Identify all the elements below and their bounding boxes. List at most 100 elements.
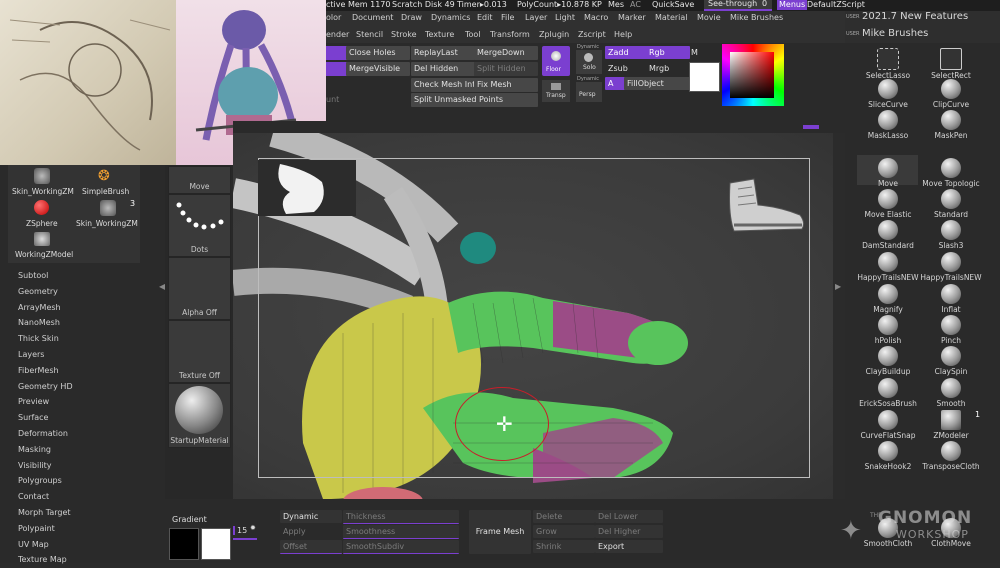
fill-object-button[interactable]: FillObject [624, 77, 690, 90]
brush-dam-standard[interactable]: DamStandard [854, 220, 922, 250]
brush-smooth[interactable]: Smooth [917, 378, 985, 408]
subpalette-subtool[interactable]: Subtool [18, 268, 138, 284]
gradient-secondary-swatch[interactable] [201, 528, 231, 560]
export-button[interactable]: Export [595, 540, 663, 553]
smooth-subdiv-slider[interactable]: SmoothSubdiv [343, 540, 459, 554]
subpalette-polygroups[interactable]: Polygroups [18, 473, 138, 489]
split-unmasked-button[interactable]: Split Unmasked Points [411, 93, 538, 107]
menu-zscript[interactable]: Zscript [578, 30, 606, 39]
brush-slash3[interactable]: Slash3 [917, 220, 985, 250]
menu-macro[interactable]: Macro [584, 13, 608, 22]
tool-item-skin-2[interactable]: 3 Skin_WorkingZM [76, 198, 140, 230]
brush-select-rect[interactable]: SelectRect [917, 48, 985, 80]
close-holes-button[interactable]: Close Holes [346, 46, 410, 60]
thickness-slider[interactable]: Thickness [343, 510, 459, 524]
tool-item-skin-1[interactable]: Skin_WorkingZM [10, 166, 74, 198]
brush-move-tile[interactable]: Move [168, 166, 231, 194]
brush-happy-trails-2[interactable]: HappyTrailsNEW [917, 252, 985, 282]
menu-movie[interactable]: Movie [697, 13, 721, 22]
dynamic-toggle[interactable]: Dynamic [280, 510, 342, 523]
color-picker-square[interactable] [730, 52, 774, 98]
del-higher-button[interactable]: Del Higher [595, 525, 663, 538]
purple-button-b[interactable] [325, 62, 348, 76]
brush-clay-buildup[interactable]: ClayBuildup [854, 346, 922, 376]
menu-color[interactable]: olor [326, 13, 341, 22]
brush-curve-flat-snap[interactable]: CurveFlatSnap [854, 410, 922, 440]
solo-button[interactable]: Solo [576, 50, 602, 74]
menu-tool[interactable]: Tool [465, 30, 481, 39]
brush-erick-sosa[interactable]: ErickSosaBrush [854, 378, 922, 408]
brush-mask-lasso[interactable]: MaskLasso [854, 110, 922, 140]
default-zscript-button[interactable]: DefaultZScript [807, 0, 865, 9]
brush-move-topologic[interactable]: Move Topologic [917, 158, 985, 188]
del-lower-button[interactable]: Del Lower [595, 510, 663, 523]
split-hidden-button[interactable]: Split Hidden [474, 62, 538, 76]
main-color-swatch[interactable] [689, 62, 720, 92]
a-button[interactable]: A [605, 77, 626, 90]
frame-mesh-button[interactable]: Frame Mesh [469, 510, 531, 554]
new-features-title[interactable]: 2021.7 New Features [862, 11, 968, 22]
subpalette-geometry[interactable]: Geometry [18, 284, 138, 300]
m-button[interactable]: M [688, 46, 704, 59]
fix-mesh-button[interactable]: Fix Mesh [474, 78, 538, 92]
alpha-off-tile[interactable]: Alpha Off [168, 257, 231, 320]
boot-navigation-icon[interactable] [720, 175, 808, 237]
brush-inflat[interactable]: Inflat [917, 284, 985, 314]
mike-brushes-title[interactable]: Mike Brushes [862, 28, 928, 39]
size-slider-track[interactable] [233, 538, 257, 540]
brush-move-elastic[interactable]: Move Elastic [854, 189, 922, 219]
size-value[interactable]: 15 [233, 526, 247, 535]
brush-standard[interactable]: Standard [917, 189, 985, 219]
menu-marker[interactable]: Marker [618, 13, 646, 22]
grow-button[interactable]: Grow [533, 525, 595, 538]
menus-button[interactable]: Menus [777, 0, 808, 10]
shrink-button[interactable]: Shrink [533, 540, 595, 553]
replay-last-button[interactable]: ReplayLast [411, 46, 475, 60]
subpalette-masking[interactable]: Masking [18, 442, 138, 458]
floor-button[interactable]: Floor [542, 46, 570, 76]
menu-render[interactable]: ender [326, 30, 349, 39]
subpalette-preview[interactable]: Preview [18, 394, 138, 410]
subpalette-deformation[interactable]: Deformation [18, 426, 138, 442]
subpalette-geometry-hd[interactable]: Geometry HD [18, 379, 138, 395]
menu-file[interactable]: File [501, 13, 514, 22]
menu-material[interactable]: Material [655, 13, 688, 22]
merge-visible-button[interactable]: MergeVisible [346, 62, 410, 76]
menu-transform[interactable]: Transform [490, 30, 530, 39]
subpalette-surface[interactable]: Surface [18, 410, 138, 426]
zsub-button[interactable]: Zsub [605, 62, 649, 75]
menu-light[interactable]: Light [555, 13, 575, 22]
menu-dynamics[interactable]: Dynamics [431, 13, 470, 22]
merge-down-button[interactable]: MergeDown [474, 46, 538, 60]
menu-texture[interactable]: Texture [425, 30, 454, 39]
stroke-dots-tile[interactable]: Dots [168, 194, 231, 257]
tool-item-zsphere[interactable]: ZSphere [10, 198, 74, 230]
apply-button[interactable]: Apply [280, 525, 342, 538]
brush-pinch[interactable]: Pinch [917, 315, 985, 345]
brush-snake-hook2[interactable]: SnakeHook2 [854, 441, 922, 471]
brush-move[interactable]: Move [854, 158, 922, 188]
color-picker[interactable] [722, 44, 784, 106]
see-through-slider[interactable]: See-through 0 [704, 0, 772, 11]
subpalette-visibility[interactable]: Visibility [18, 458, 138, 474]
del-hidden-button[interactable]: Del Hidden [411, 62, 475, 76]
brush-transpose-cloth[interactable]: TransposeCloth [917, 441, 985, 471]
brush-happy-trails-1[interactable]: HappyTrailsNEW [854, 252, 922, 282]
brush-magnify[interactable]: Magnify [854, 284, 922, 314]
tool-item-working-zmodel[interactable]: WorkingZModel [10, 230, 78, 262]
transp-button[interactable]: Transp [542, 80, 570, 102]
persp-button[interactable]: Persp [576, 82, 602, 102]
menu-stencil[interactable]: Stencil [356, 30, 383, 39]
menu-draw[interactable]: Draw [401, 13, 422, 22]
menu-edit[interactable]: Edit [477, 13, 493, 22]
smoothness-slider[interactable]: Smoothness [343, 525, 459, 539]
gradient-primary-swatch[interactable] [169, 528, 199, 560]
purple-button-a[interactable] [325, 46, 348, 60]
subpalette-contact[interactable]: Contact [18, 489, 138, 505]
check-mesh-int-button[interactable]: Check Mesh Inte [411, 78, 477, 92]
offset-slider[interactable]: Offset [280, 540, 342, 554]
zadd-button[interactable]: Zadd [605, 46, 649, 59]
menu-mike-brushes[interactable]: Mike Brushes [730, 13, 783, 22]
subpalette-morph-target[interactable]: Morph Target [18, 505, 138, 521]
quicksave-button[interactable]: QuickSave [652, 0, 694, 9]
